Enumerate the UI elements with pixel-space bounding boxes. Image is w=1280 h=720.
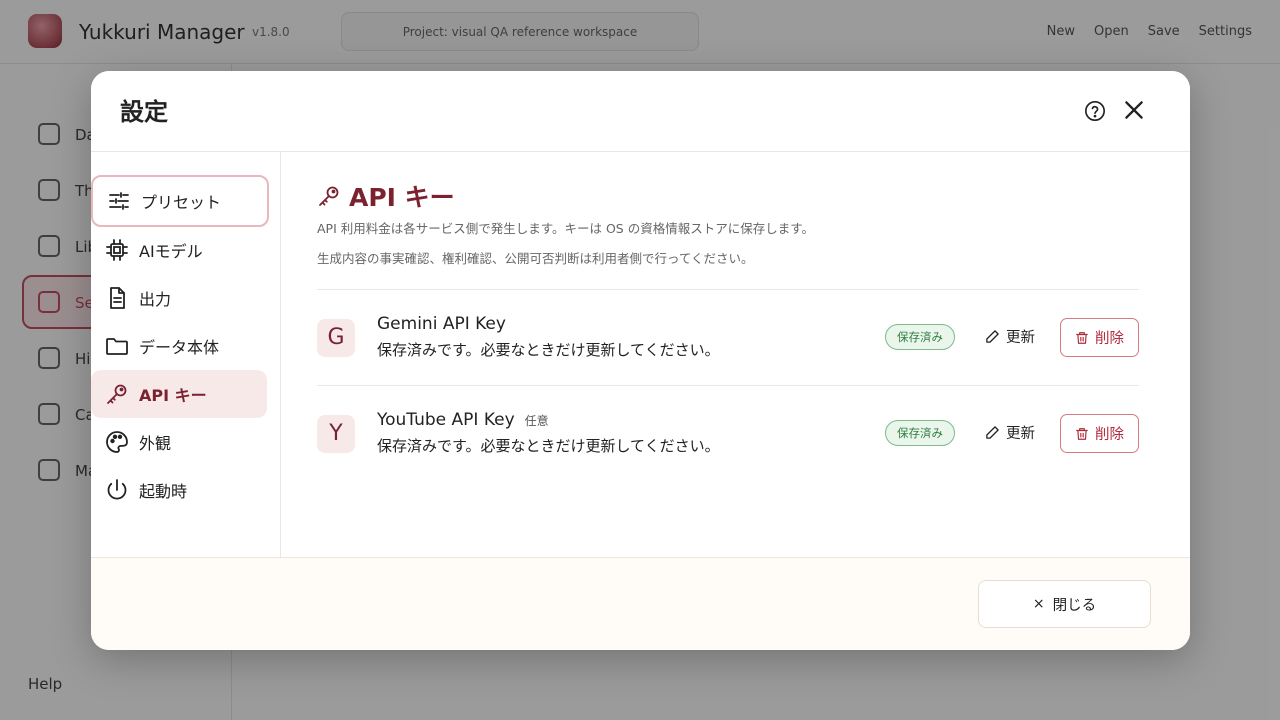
help-icon[interactable] bbox=[1084, 100, 1106, 122]
section-disclaimer: 生成内容の事実確認、権利確認、公開可否判断は利用者側で行ってください。 bbox=[317, 251, 754, 266]
delete-button[interactable]: 削除 bbox=[1060, 318, 1139, 357]
update-button[interactable]: 更新 bbox=[985, 326, 1035, 347]
key-avatar: G bbox=[317, 319, 355, 357]
nav-label: API キー bbox=[139, 386, 207, 405]
x-icon: × bbox=[1032, 596, 1045, 612]
optional-label: 任意 bbox=[524, 414, 549, 428]
nav-label: プリセット bbox=[141, 193, 222, 212]
saved-badge: 保存済み bbox=[885, 420, 955, 446]
dialog-title: 設定 bbox=[120, 98, 168, 126]
close-label: 閉じる bbox=[1052, 597, 1097, 614]
chip-icon bbox=[106, 239, 128, 261]
close-icon[interactable] bbox=[1121, 97, 1147, 123]
key-name-text: Gemini API Key bbox=[377, 314, 506, 334]
saved-badge: 保存済み bbox=[885, 324, 955, 350]
pencil-icon bbox=[986, 426, 999, 439]
key-row-gemini: G Gemini API Key 保存済みです。必要なときだけ更新してください。… bbox=[317, 289, 1139, 385]
pencil-icon bbox=[986, 330, 999, 343]
nav-item-startup[interactable]: 起動時 bbox=[91, 466, 267, 514]
key-icon bbox=[319, 186, 339, 206]
update-button[interactable]: 更新 bbox=[985, 422, 1035, 443]
nav-label: 外観 bbox=[139, 434, 172, 453]
update-label: 更新 bbox=[1006, 426, 1035, 442]
key-row-youtube: Y YouTube API Key 任意 保存済みです。必要なときだけ更新してく… bbox=[317, 385, 1139, 481]
update-label: 更新 bbox=[1006, 330, 1035, 346]
close-button[interactable]: × 閉じる bbox=[978, 580, 1151, 628]
nav-label: データ本体 bbox=[139, 338, 220, 357]
key-avatar: Y bbox=[317, 415, 355, 453]
nav-item-output[interactable]: 出力 bbox=[91, 274, 267, 322]
nav-item-api-key[interactable]: API キー bbox=[91, 370, 267, 418]
power-icon bbox=[107, 479, 127, 500]
document-icon bbox=[110, 287, 125, 309]
delete-label: 削除 bbox=[1095, 427, 1124, 443]
api-key-panel: API キー API 利用料金は各サービス側で発生します。キーは OS の資格情… bbox=[317, 152, 1139, 557]
nav-item-ai-model[interactable]: AIモデル bbox=[91, 226, 267, 274]
key-name-text: YouTube API Key bbox=[377, 410, 515, 430]
nav-label: 出力 bbox=[139, 290, 172, 309]
palette-icon bbox=[106, 431, 128, 453]
nav-item-appearance[interactable]: 外観 bbox=[91, 418, 267, 466]
settings-nav: プリセット AIモデル 出力 データ本体 API キー 外観 起動時 bbox=[91, 152, 281, 557]
section-title-text: API キー bbox=[349, 183, 455, 212]
trash-icon bbox=[1076, 427, 1088, 440]
nav-label: AIモデル bbox=[139, 242, 203, 261]
nav-label: 起動時 bbox=[139, 482, 188, 501]
dialog-footer: × 閉じる bbox=[91, 557, 1190, 650]
key-name: Gemini API Key bbox=[377, 314, 506, 334]
delete-button[interactable]: 削除 bbox=[1060, 414, 1139, 453]
sliders-icon bbox=[109, 192, 129, 210]
dialog-header: 設定 bbox=[91, 71, 1190, 152]
delete-label: 削除 bbox=[1095, 331, 1124, 347]
key-name: YouTube API Key 任意 bbox=[377, 410, 549, 430]
nav-item-data[interactable]: データ本体 bbox=[91, 322, 267, 370]
folder-icon bbox=[106, 338, 128, 355]
settings-dialog: 設定 プリセット AIモデル 出力 データ本体 API キー 外観 起動時 AP… bbox=[91, 71, 1190, 650]
key-status: 保存済みです。必要なときだけ更新してください。 bbox=[377, 437, 720, 455]
section-title: API キー bbox=[317, 178, 455, 214]
nav-item-presets[interactable]: プリセット bbox=[91, 175, 269, 227]
trash-icon bbox=[1076, 331, 1088, 344]
key-icon bbox=[107, 384, 127, 404]
dialog-body: プリセット AIモデル 出力 データ本体 API キー 外観 起動時 API キ… bbox=[91, 152, 1190, 557]
key-status: 保存済みです。必要なときだけ更新してください。 bbox=[377, 341, 720, 359]
section-description: API 利用料金は各サービス側で発生します。キーは OS の資格情報ストアに保存… bbox=[317, 221, 814, 236]
